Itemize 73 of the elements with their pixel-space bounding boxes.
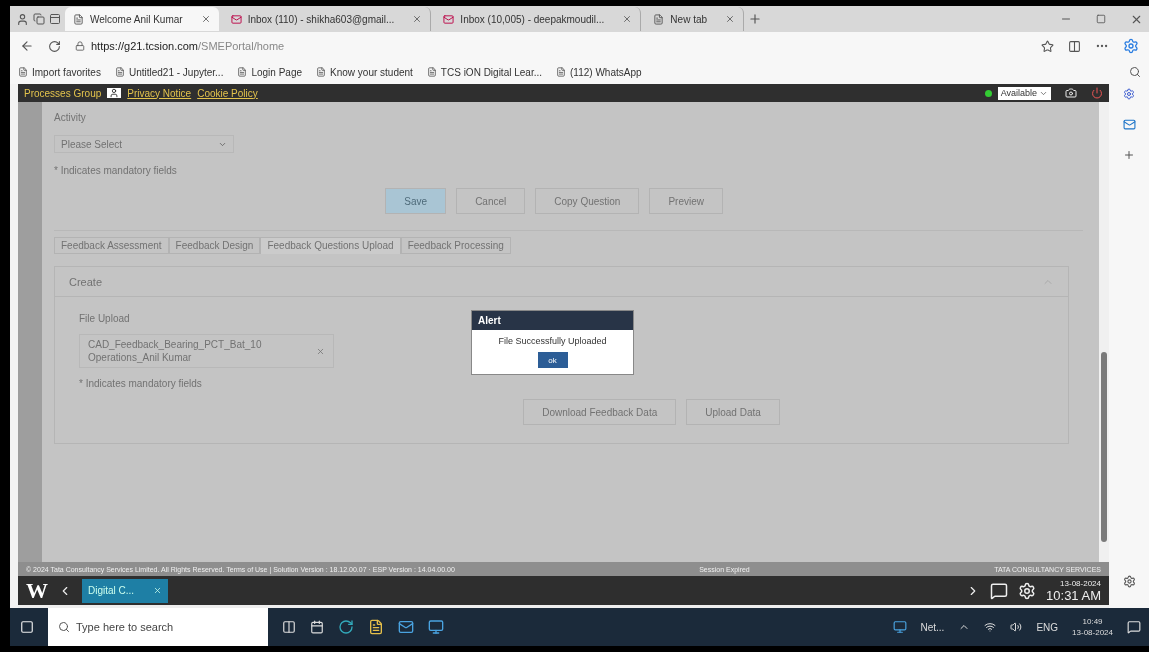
refresh-icon[interactable] (48, 39, 61, 53)
close-icon[interactable] (725, 14, 736, 24)
split-screen-icon[interactable] (1068, 39, 1081, 53)
page-icon (653, 13, 665, 25)
close-icon[interactable] (412, 14, 423, 24)
search-icon (58, 621, 70, 633)
browser-tab[interactable]: New tab (645, 7, 745, 31)
close-icon[interactable] (153, 586, 162, 595)
remote-tab[interactable]: Digital C... (82, 578, 168, 603)
task-view-icon[interactable] (282, 620, 296, 634)
scrollbar[interactable] (1099, 102, 1109, 562)
dialog-message: File Successfully Uploaded (498, 336, 607, 346)
status-dot (984, 89, 992, 97)
dialog-title: Alert (472, 311, 633, 330)
mandatory-note: * Indicates mandatory fields (54, 165, 177, 176)
star-icon[interactable] (1041, 39, 1054, 53)
bookmark[interactable]: Know your student (316, 66, 413, 78)
close-icon[interactable] (200, 14, 211, 24)
bookmark[interactable]: Untitled21 - Jupyter... (114, 66, 224, 78)
browser-tab[interactable]: Inbox (110) - shikha603@gmail... (222, 7, 432, 31)
mandatory-note: * Indicates mandatory fields (79, 378, 202, 389)
calendar-icon[interactable] (310, 620, 324, 634)
settings-icon[interactable] (1018, 581, 1037, 600)
taskbar-label[interactable]: Net... (920, 621, 945, 633)
browser-tab[interactable]: Inbox (10,005) - deepakmoudil... (435, 7, 642, 31)
power-icon[interactable] (1091, 87, 1103, 99)
lock-icon (75, 41, 85, 51)
footer-link[interactable]: Privacy Notice (127, 87, 192, 99)
wifi-icon[interactable] (984, 621, 997, 633)
mail-icon (230, 13, 242, 25)
page-icon (114, 67, 125, 77)
user-icon[interactable] (107, 88, 122, 98)
page-icon (426, 67, 437, 77)
bookmark[interactable]: Login Page (237, 66, 303, 78)
taskbar-search-field[interactable]: Type here to search (48, 608, 268, 646)
page-icon (237, 67, 248, 77)
mail-icon[interactable] (398, 619, 414, 635)
taskbar-clock[interactable]: 10:49 13-08-2024 (1072, 617, 1113, 637)
settings-icon[interactable] (1122, 575, 1136, 588)
bookmark[interactable]: (112) WhatsApp (556, 66, 642, 78)
workspaces-icon[interactable] (33, 13, 45, 25)
chat-icon[interactable] (990, 581, 1009, 600)
page-icon (316, 67, 327, 77)
page-icon (556, 67, 566, 77)
profile-icon[interactable] (16, 12, 29, 26)
monitor-icon[interactable] (428, 619, 444, 635)
close-icon[interactable] (622, 14, 633, 24)
bookmark[interactable]: Import favorites (18, 66, 101, 78)
field-label: File Upload (79, 313, 130, 324)
restore-icon[interactable] (1096, 14, 1106, 24)
page-icon (73, 13, 84, 25)
language-label[interactable]: ENG (1036, 621, 1059, 633)
notification-icon[interactable] (1127, 620, 1141, 634)
app-logo[interactable]: W (26, 577, 48, 604)
page-icon (18, 67, 28, 77)
volume-icon[interactable] (1010, 621, 1023, 633)
camera-icon[interactable] (1065, 87, 1077, 99)
outlook-icon[interactable] (1122, 118, 1136, 131)
clock: 13-08-2024 10:31 AM (1046, 578, 1101, 603)
footer-link[interactable]: Cookie Policy (197, 87, 258, 99)
add-icon[interactable] (1123, 149, 1135, 161)
panel-title: Create (69, 275, 103, 288)
ok-button[interactable]: ok (537, 352, 568, 368)
status-select[interactable]: Available (997, 86, 1051, 100)
tab-actions-icon[interactable] (49, 13, 61, 25)
browser-tab[interactable]: Welcome Anil Kumar (65, 7, 219, 31)
mail-icon (443, 13, 455, 25)
group-name: Processes Group (24, 87, 102, 99)
back-icon[interactable] (20, 39, 34, 53)
search-icon[interactable] (1129, 66, 1141, 78)
bookmark[interactable]: TCS iON Digital Lear... (426, 66, 542, 78)
field-label: Activity (54, 112, 86, 123)
network-app-icon[interactable] (892, 620, 907, 634)
